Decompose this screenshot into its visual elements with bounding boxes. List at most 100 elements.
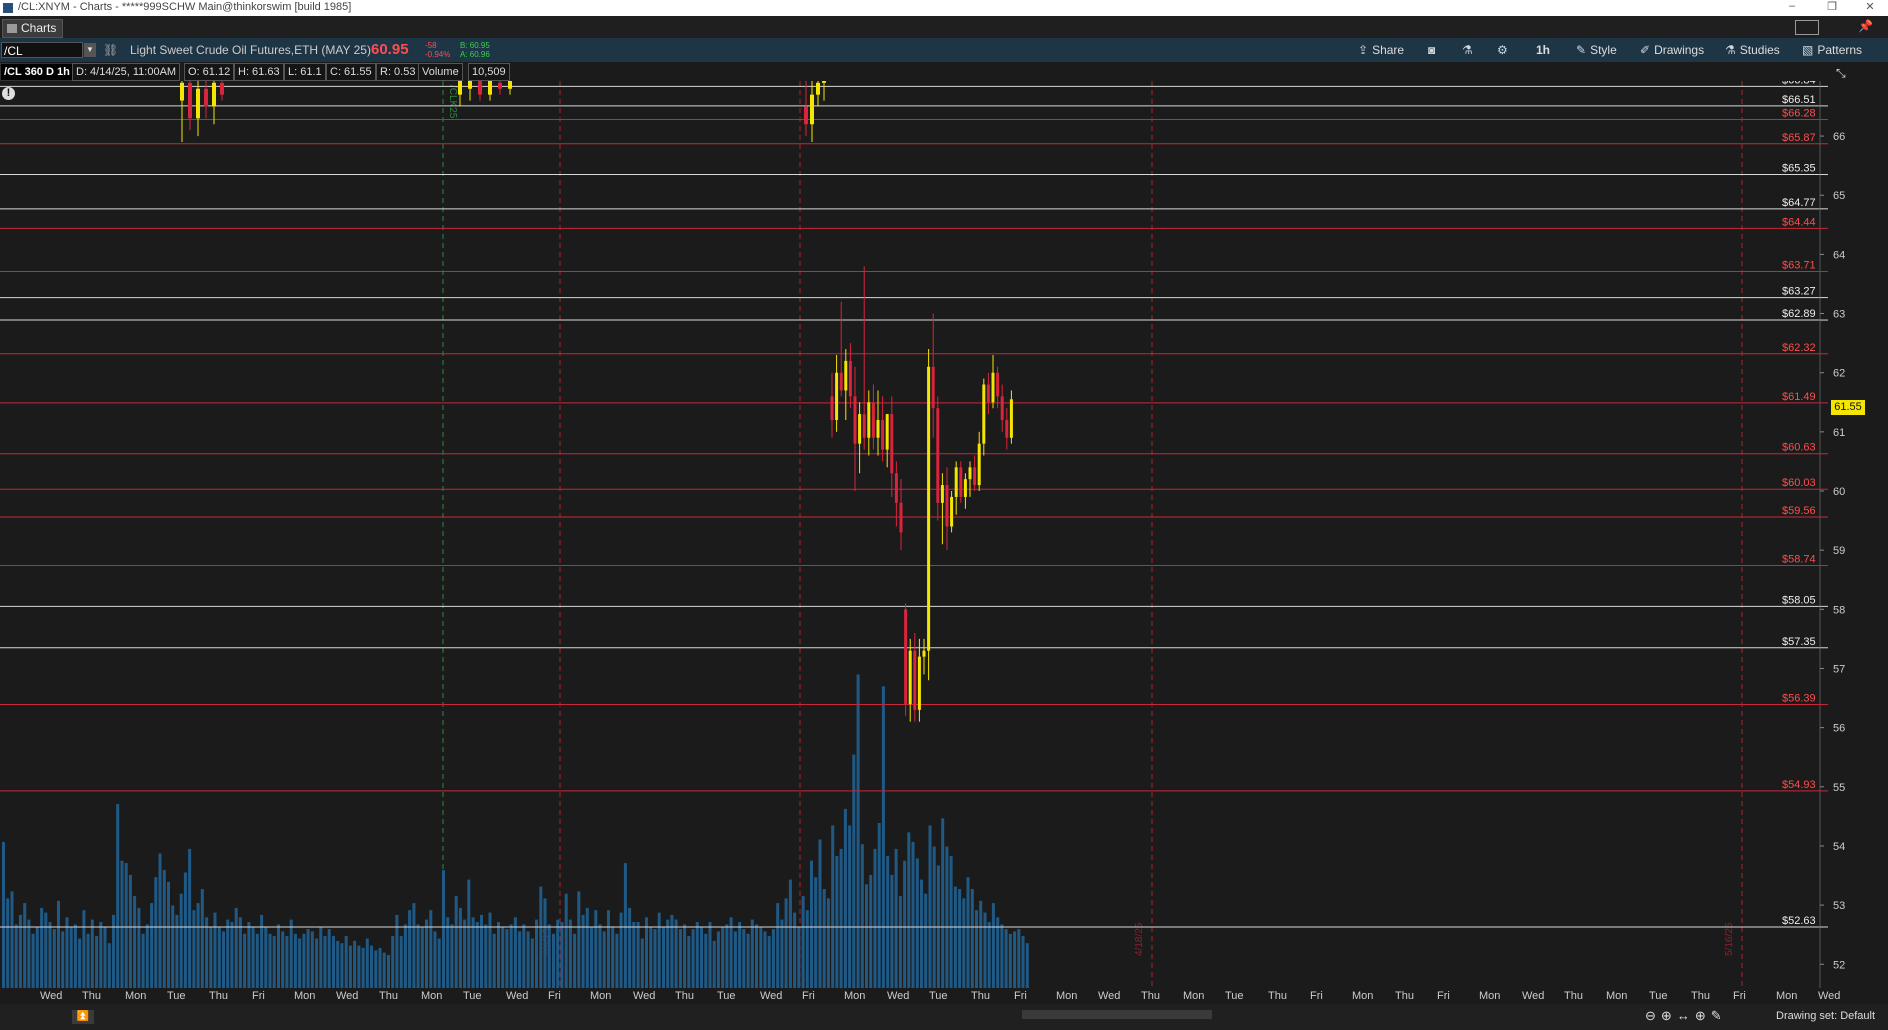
volume-bar bbox=[953, 886, 957, 988]
volume-bar bbox=[497, 922, 500, 988]
volume-bar bbox=[784, 898, 788, 988]
volume-bar bbox=[907, 832, 911, 988]
candle-body bbox=[904, 609, 908, 704]
drawing-set-label[interactable]: Drawing set: Default bbox=[1776, 1010, 1875, 1022]
pencil-icon[interactable]: ✎ bbox=[1711, 1008, 1727, 1023]
volume-bar bbox=[958, 889, 962, 988]
studies-label: Studies bbox=[1739, 43, 1780, 57]
x-tick-label: Thu bbox=[209, 990, 228, 1002]
price-level-label: $62.89 bbox=[1782, 308, 1816, 320]
volume-bar bbox=[594, 910, 598, 988]
drawings-button[interactable]: ✐ Drawings bbox=[1640, 42, 1704, 58]
candle-body bbox=[858, 414, 862, 444]
volume-bar bbox=[856, 674, 860, 988]
x-tick-label: Tue bbox=[929, 990, 948, 1002]
scroll-to-start-icon[interactable]: ⏫ bbox=[72, 1010, 94, 1024]
tab-bar: Charts 📌 bbox=[0, 16, 1888, 38]
tab-charts[interactable]: Charts bbox=[2, 19, 64, 38]
volume-bar bbox=[966, 877, 970, 988]
volume-bar bbox=[272, 936, 276, 988]
volume-bar bbox=[898, 896, 902, 988]
minimize-button[interactable]: – bbox=[1777, 0, 1807, 12]
volume-bar bbox=[987, 922, 991, 988]
studies-button[interactable]: ⚗ Studies bbox=[1725, 42, 1780, 58]
price-level-label: $65.35 bbox=[1782, 163, 1816, 175]
volume-bar bbox=[116, 804, 120, 988]
x-tick-label: Wed bbox=[40, 990, 63, 1002]
candle-body bbox=[991, 372, 995, 403]
restore-button[interactable]: ❐ bbox=[1817, 0, 1847, 13]
y-tick-label: 62 bbox=[1833, 368, 1845, 380]
volume-bar bbox=[759, 926, 763, 988]
crosshair-icon[interactable]: ⊕ bbox=[1695, 1008, 1711, 1023]
zoom-out-icon[interactable]: ⊖ bbox=[1645, 1008, 1661, 1023]
price-chart[interactable]: 4/4/254/18/255/16/25/CLK25$66.84$66.51$6… bbox=[0, 81, 1888, 988]
close-button[interactable]: ✕ bbox=[1855, 0, 1885, 13]
volume-bar bbox=[492, 933, 496, 988]
candle-body bbox=[871, 402, 875, 438]
volume-bar bbox=[154, 877, 158, 988]
volume-bar bbox=[344, 936, 348, 988]
window-layout-icon[interactable] bbox=[1795, 20, 1819, 35]
drawings-icon: ✐ bbox=[1640, 43, 1651, 57]
scrollbar-thumb[interactable] bbox=[1022, 1010, 1212, 1019]
volume-bar bbox=[467, 879, 471, 988]
style-button[interactable]: ✎ Style bbox=[1576, 42, 1617, 58]
window-titlebar: /CL:XNYM - Charts - *****999SCHW Main@th… bbox=[0, 0, 1888, 16]
time-axis: Wed Thu Mon Tue Thu Fri Mon Wed Thu Mon Tue Wed Fri M… bbox=[0, 988, 1888, 1004]
x-tick-label: Mon bbox=[590, 990, 612, 1002]
pin-icon[interactable]: 📌 bbox=[1858, 19, 1873, 33]
volume-bar bbox=[767, 936, 771, 988]
volume-bar bbox=[1008, 933, 1012, 988]
candle-body bbox=[853, 396, 857, 444]
symbol-input[interactable]: /CL bbox=[1, 42, 83, 58]
bid-ask-block: B: 60.95 A: 60.96 bbox=[460, 41, 490, 59]
volume-bar bbox=[429, 910, 433, 988]
volume-bar bbox=[1000, 924, 1004, 988]
studies-lab-button[interactable]: ⚗ bbox=[1462, 42, 1477, 58]
last-price-tag: 61.55 bbox=[1831, 400, 1865, 415]
pct-change: -0.94% bbox=[425, 50, 451, 59]
volume-bar bbox=[412, 903, 416, 988]
volume-bar bbox=[192, 910, 196, 988]
volume-bar bbox=[700, 926, 703, 988]
volume-bar bbox=[611, 926, 615, 988]
volume-bar bbox=[463, 919, 467, 988]
volume-bar bbox=[171, 905, 175, 988]
volume-bar bbox=[662, 926, 665, 988]
patterns-button[interactable]: ▧ Patterns bbox=[1802, 42, 1862, 58]
price-level-label: $60.63 bbox=[1782, 442, 1816, 454]
y-tick-label: 52 bbox=[1833, 959, 1845, 971]
volume-bar bbox=[289, 919, 293, 988]
snapshot-button[interactable]: ◙ bbox=[1428, 42, 1439, 58]
info-alert-icon[interactable]: ! bbox=[2, 87, 15, 100]
x-tick-label: Tue bbox=[1649, 990, 1668, 1002]
x-tick-label: Wed bbox=[506, 990, 529, 1002]
candle-body bbox=[881, 420, 885, 450]
volume-bar bbox=[420, 926, 424, 988]
candle-body bbox=[478, 81, 482, 95]
candle-body bbox=[180, 82, 184, 101]
volume-bar bbox=[590, 926, 593, 988]
symbol-dropdown-icon[interactable]: ▼ bbox=[84, 43, 96, 57]
volume-bar bbox=[365, 938, 369, 988]
drawings-label: Drawings bbox=[1654, 43, 1705, 57]
candle-body bbox=[867, 402, 871, 438]
volume-bar bbox=[704, 933, 708, 988]
price-level-label: $58.05 bbox=[1782, 594, 1816, 606]
candle-body bbox=[968, 467, 972, 480]
volume-bar bbox=[869, 874, 873, 988]
volume-bar bbox=[818, 839, 822, 988]
x-tick-label: Fri bbox=[1733, 990, 1746, 1002]
zoom-in-icon[interactable]: ⊕ bbox=[1661, 1008, 1677, 1023]
candle-body bbox=[908, 650, 912, 704]
volume-bar bbox=[941, 818, 945, 988]
link-icon[interactable]: ⛓ bbox=[103, 43, 118, 57]
settings-button[interactable]: ⚙ bbox=[1497, 42, 1512, 58]
expand-chart-icon[interactable]: ⤡ bbox=[1836, 66, 1846, 81]
camera-icon: ◙ bbox=[1428, 43, 1436, 57]
pan-icon[interactable]: ↔ bbox=[1677, 1008, 1695, 1023]
timeframe-button[interactable]: 1h bbox=[1536, 42, 1550, 58]
share-button[interactable]: ⇪ Share bbox=[1358, 42, 1404, 58]
volume-bar bbox=[755, 924, 758, 988]
